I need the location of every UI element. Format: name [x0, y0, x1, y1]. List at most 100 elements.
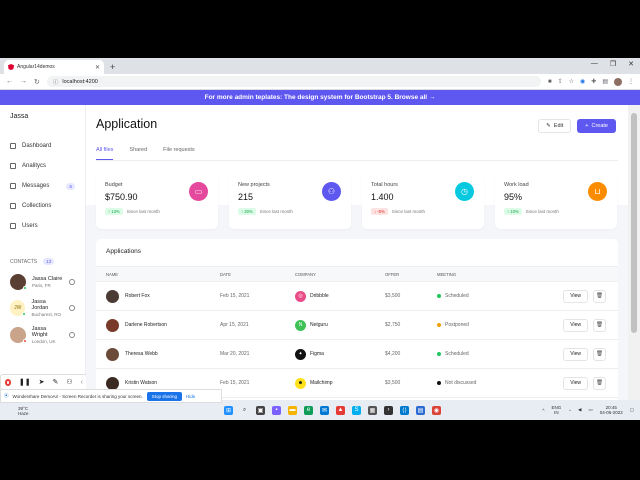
extension-icon[interactable]: ◉ — [580, 78, 585, 85]
applicant-name[interactable]: Kristin Watson — [125, 380, 157, 386]
table-header: NAME DATE COMPANY OFFER MEETING — [96, 266, 618, 282]
close-tab-icon[interactable]: ✕ — [95, 64, 100, 71]
trash-icon[interactable]: 🗑 — [593, 347, 606, 361]
close-window-button[interactable]: ✕ — [628, 60, 634, 68]
company-name[interactable]: Figma — [310, 351, 324, 357]
wifi-icon[interactable]: ◔ — [568, 408, 571, 413]
weather-widget[interactable]: 39°C Haze — [18, 406, 29, 416]
main-content: Application ✎ Edit + Create All files Sh… — [86, 105, 628, 420]
sidebar-item-analytics[interactable]: Analitycs — [10, 156, 75, 176]
chat-icon[interactable]: ▪ — [272, 405, 281, 415]
search-icon[interactable]: ⌕ — [240, 406, 249, 415]
edit-button[interactable]: ✎ Edit — [538, 119, 572, 133]
trash-icon[interactable]: 🗑 — [593, 318, 606, 332]
chat-bubble-icon[interactable] — [69, 305, 76, 311]
clock[interactable]: 20:45 04-06-2022 — [600, 405, 623, 416]
cell-offer: $4,200 — [385, 351, 401, 357]
sidebar-icon[interactable]: ▤ — [602, 78, 608, 85]
skype-icon[interactable]: S — [352, 405, 361, 415]
view-button[interactable]: View — [563, 318, 588, 332]
camera-icon[interactable]: ■ — [548, 79, 552, 85]
sidebar-item-users[interactable]: Users — [10, 216, 75, 236]
pause-icon[interactable]: ❚❚ — [19, 378, 31, 386]
battery-icon[interactable]: ▭ — [588, 407, 592, 413]
stat-card-workload: Work load 95% ↑ 10% Since last month ⊔ — [495, 173, 617, 229]
company-name[interactable]: Netguru — [310, 322, 328, 328]
volume-icon[interactable]: ◀ — [578, 407, 581, 413]
forward-icon[interactable]: → — [20, 78, 27, 85]
contact-item[interactable]: Jassa Claire Paris, FR — [10, 274, 75, 290]
reload-icon[interactable]: ↻ — [34, 78, 40, 86]
company-name[interactable]: Dribbble — [310, 293, 329, 299]
stat-card-hours: Total hours 1.400 ↓ -5% Since last month… — [362, 173, 484, 229]
chrome-icon[interactable]: ◉ — [432, 405, 441, 415]
terminal-icon[interactable]: › — [384, 405, 393, 415]
promo-banner[interactable]: For more admin teplates: The design syst… — [0, 90, 640, 105]
chevron-up-icon[interactable]: ^ — [542, 408, 544, 413]
notification-icon[interactable]: ▢ — [630, 407, 634, 413]
sidebar-item-messages[interactable]: Messages 6 — [10, 176, 75, 196]
star-icon[interactable]: ☆ — [569, 78, 574, 85]
app-icon-2[interactable]: ▤ — [416, 405, 425, 415]
store-icon[interactable]: ▦ — [368, 405, 377, 415]
create-button[interactable]: + Create — [577, 119, 616, 133]
applicant-name[interactable]: Darlene Robertson — [125, 322, 167, 328]
hide-button[interactable]: Hide — [186, 394, 195, 399]
brand-name[interactable]: Jassa — [10, 113, 75, 120]
menu-icon[interactable]: ⋮ — [628, 78, 634, 85]
info-icon[interactable]: ⓘ — [53, 78, 59, 86]
chart-icon — [10, 163, 16, 169]
col-header-company: COMPANY — [295, 271, 316, 277]
sidebar-item-collections[interactable]: Collections — [10, 196, 75, 216]
company-name[interactable]: Mailchimp — [310, 380, 333, 386]
view-button[interactable]: View — [563, 289, 588, 303]
file-explorer-icon[interactable]: ▬ — [288, 405, 297, 415]
share-icon[interactable]: ⇪ — [558, 78, 563, 85]
record-icon[interactable] — [5, 378, 11, 386]
applicant-name[interactable]: Robert Fox — [125, 293, 150, 299]
mail-icon[interactable]: ✉ — [320, 405, 329, 415]
tab-file-requests[interactable]: File requests — [163, 147, 195, 160]
trash-icon[interactable]: 🗑 — [593, 289, 606, 303]
cell-company: ◎ Dribbble — [295, 290, 385, 302]
contact-item[interactable]: JW Jassa Jordan Bucharest, RO — [10, 299, 76, 317]
tab-all-files[interactable]: All files — [96, 147, 114, 160]
edit-label: Edit — [553, 123, 564, 129]
cell-name: Darlene Robertson — [96, 318, 220, 332]
row-actions: View 🗑 — [563, 289, 618, 303]
applicant-name[interactable]: Theresa Webb — [125, 351, 158, 357]
avatar — [10, 274, 27, 290]
page-scrollbar[interactable] — [628, 105, 640, 420]
new-tab-button[interactable]: + — [110, 60, 115, 74]
cursor-icon[interactable]: ➤ — [39, 378, 45, 386]
vscode-icon[interactable]: ⟨⟩ — [400, 405, 409, 415]
stop-sharing-button[interactable]: Stop sharing — [146, 391, 183, 401]
windows-start-icon[interactable]: ⊞ — [224, 405, 233, 415]
edge-icon[interactable]: e — [304, 405, 313, 415]
stat-trend: ↑ 13% Since last month — [105, 208, 209, 215]
back-icon[interactable]: ← — [6, 78, 13, 85]
url-input[interactable]: ⓘ localhost:4200 — [46, 76, 541, 87]
tab-shared[interactable]: Shared — [129, 147, 147, 160]
browser-tab[interactable]: Angular14demos ✕ — [4, 60, 104, 74]
view-button[interactable]: View — [563, 347, 588, 361]
stat-card-budget: Budget $750.90 ↑ 13% Since last month ▭ — [96, 173, 218, 229]
puzzle-icon[interactable]: ✚ — [591, 78, 596, 85]
language-indicator[interactable]: ENG IN — [551, 405, 561, 416]
maximize-button[interactable]: ❐ — [610, 60, 616, 68]
scrollbar-thumb[interactable] — [631, 113, 637, 333]
view-button[interactable]: View — [563, 376, 588, 390]
people-icon: ⚇ — [322, 182, 341, 201]
chat-bubble-icon[interactable] — [69, 279, 75, 285]
profile-avatar[interactable] — [614, 77, 622, 86]
minimize-button[interactable]: — — [591, 60, 598, 68]
sidebar-item-dashboard[interactable]: Dashboard — [10, 136, 75, 156]
trash-icon[interactable]: 🗑 — [593, 376, 606, 390]
user-icon[interactable]: ⚇ — [66, 378, 72, 386]
collapse-icon[interactable]: ‹ — [81, 379, 83, 386]
app-icon[interactable]: ▲ — [336, 405, 345, 415]
contact-item[interactable]: Jassa Wright London, UK — [10, 326, 75, 344]
pen-icon[interactable]: ✎ — [53, 378, 59, 386]
chat-bubble-icon[interactable] — [69, 332, 75, 338]
task-view-icon[interactable]: ▣ — [256, 405, 265, 415]
